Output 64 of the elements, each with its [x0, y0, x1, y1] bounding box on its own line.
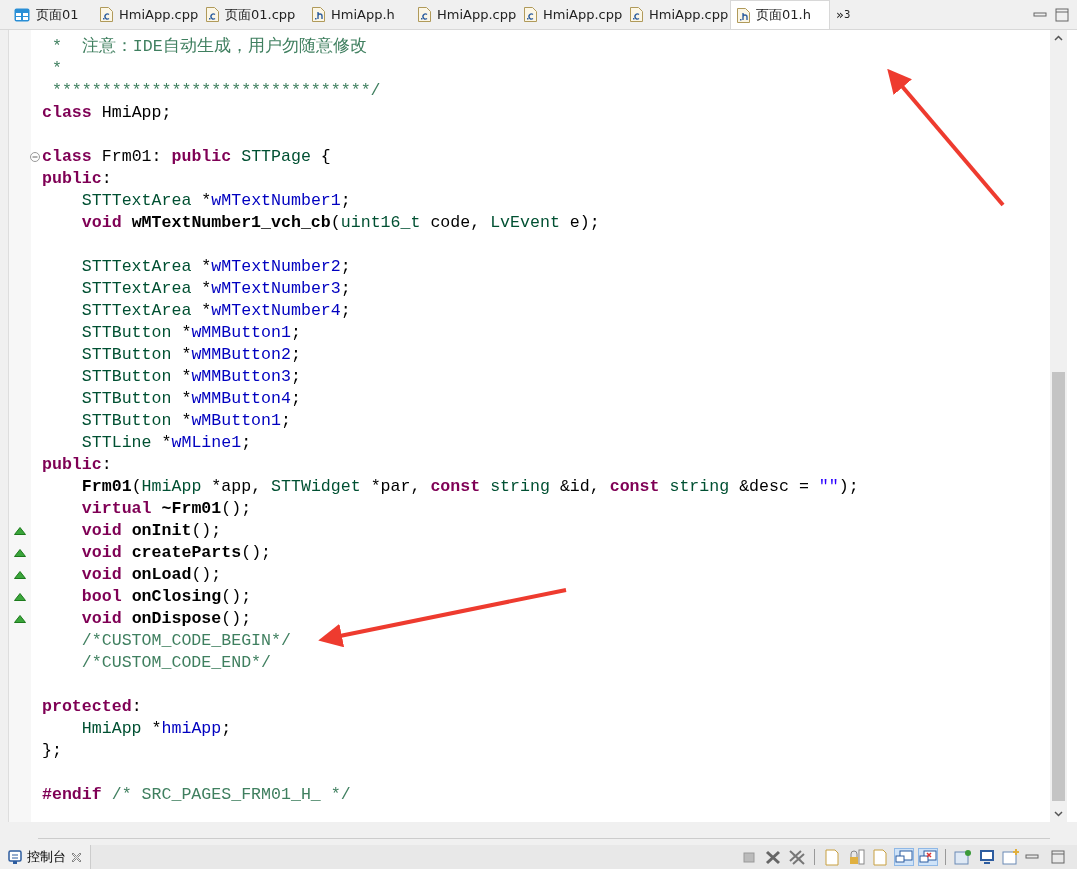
monitor-icon[interactable]	[977, 848, 997, 866]
code-line: #endif /* SRC_PAGES_FRM01_H_ */	[42, 785, 351, 804]
editor-tab[interactable]: HmiApp.cpp	[518, 0, 624, 29]
code-line: public:	[42, 455, 112, 474]
code-line: public:	[42, 169, 112, 188]
code-line: void onInit();	[80, 521, 222, 540]
code-line: STTTextArea *wMTextNumber4;	[80, 301, 351, 320]
code-line: *	[50, 59, 62, 78]
code-line: ********************************/	[50, 81, 381, 100]
maximize-icon[interactable]	[1051, 850, 1065, 864]
c-file-icon	[100, 7, 113, 22]
override-triangle-icon	[14, 593, 26, 601]
code-line: STTButton *wMMButton1;	[80, 323, 301, 342]
code-line: };	[42, 741, 62, 760]
code-line: STTButton *wMMButton4;	[80, 389, 301, 408]
code-line: void onDispose();	[80, 609, 252, 628]
c-file-icon	[524, 7, 537, 22]
code-line: HmiApp *hmiApp;	[80, 719, 232, 738]
h-file-icon	[737, 7, 750, 23]
code-line: STTTextArea *wMTextNumber1;	[80, 191, 351, 210]
table-icon	[14, 7, 30, 22]
c-file-icon	[418, 7, 431, 22]
code-line: * 注意：IDE自动生成，用户勿随意修改	[50, 37, 367, 56]
code-line: STTTextArea *wMTextNumber3;	[80, 279, 351, 298]
code-line: void onLoad();	[80, 565, 222, 584]
override-triangle-icon	[14, 527, 26, 535]
code-line: virtual ~Frm01();	[80, 499, 252, 518]
code-line: class HmiApp;	[42, 103, 172, 122]
override-triangle-icon	[14, 615, 26, 623]
editor-tab[interactable]: 页面01	[8, 0, 94, 29]
code-line: STTButton *wMMButton3;	[80, 367, 301, 386]
editor-tab[interactable]: 页面01.cpp	[200, 0, 306, 29]
override-triangle-icon	[14, 549, 26, 557]
document-icon[interactable]	[822, 848, 842, 866]
editor-tab[interactable]: HmiApp.cpp	[412, 0, 518, 29]
double-close-icon[interactable]	[787, 848, 807, 866]
editor-tab[interactable]: HmiApp.cpp	[94, 0, 200, 29]
code-line: Frm01(HmiApp *app, STTWidget *par, const string &id, const string &desc = "");	[80, 477, 859, 496]
h-file-icon	[312, 7, 325, 22]
code-line: STTTextArea *wMTextNumber2;	[80, 257, 351, 276]
editor-tab[interactable]: 页面01.h	[730, 0, 830, 29]
code-line: void createParts();	[80, 543, 272, 562]
code-line: /*CUSTOM_CODE_BEGIN*/	[80, 631, 291, 650]
code-line: protected:	[42, 697, 142, 716]
close-icon[interactable]	[763, 848, 783, 866]
code-line: STTButton *wMMButton2;	[80, 345, 301, 364]
close-icon[interactable]	[71, 851, 82, 863]
code-line: /*CUSTOM_CODE_END*/	[80, 653, 272, 672]
console-tab[interactable]: 控制台	[0, 845, 91, 869]
c-file-icon	[630, 7, 643, 22]
vertical-scrollbar[interactable]	[1050, 30, 1067, 822]
editor-tab[interactable]: HmiApp.h	[306, 0, 412, 29]
code-line: bool onClosing();	[80, 587, 252, 606]
code-line: void wMTextNumber1_vch_cb(uint16_t code, LvEvent e);	[80, 213, 600, 232]
code-line: STTButton *wMButton1;	[80, 411, 291, 430]
console-icon	[8, 850, 22, 864]
pin-icon[interactable]	[953, 848, 973, 866]
editor-tab[interactable]: HmiApp.cpp	[624, 0, 730, 29]
override-triangle-icon	[14, 571, 26, 579]
c-file-icon	[206, 7, 219, 22]
code-line: STTLine *wMLine1;	[80, 433, 252, 452]
code-line: class Frm01: public STTPage {	[42, 147, 331, 166]
collapse-icon[interactable]	[30, 152, 40, 162]
maximize-icon[interactable]	[1055, 7, 1069, 22]
